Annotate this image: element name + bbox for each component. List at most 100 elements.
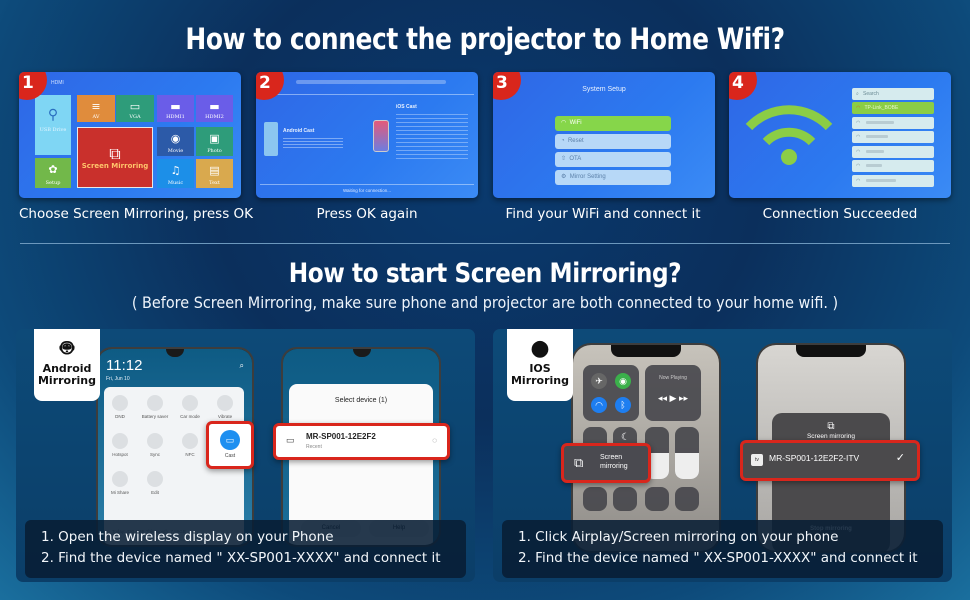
- tile-usb: ⚲ USB Drive: [35, 95, 71, 155]
- sync-label: Sync: [149, 452, 160, 457]
- menu-item-ota[interactable]: ⇧ OTA: [555, 152, 671, 167]
- wifi-lock-icon: ◠: [856, 134, 861, 140]
- menu-item-reset[interactable]: ◔ Reset: [555, 134, 671, 149]
- android-instructions: 1. Open the wireless display on your Pho…: [25, 520, 466, 578]
- car-mode-label: Car mode: [180, 414, 200, 419]
- tile-music: ♫ Music: [157, 159, 194, 188]
- android-phone-image: [264, 122, 278, 156]
- nfc-toggle[interactable]: [182, 433, 198, 449]
- instruction-line: 1. Click Airplay/Screen mirroring on you…: [518, 529, 839, 545]
- cast-label: Cast: [224, 453, 236, 459]
- tile-screen-mirroring[interactable]: ⧉ Screen Mirroring: [77, 127, 153, 188]
- ios-instructions: 1. Click Airplay/Screen mirroring on you…: [502, 520, 943, 578]
- screen-mirroring-highlight[interactable]: ⧉ Screen mirroring: [561, 443, 651, 483]
- wifi-lock-icon: ◠: [856, 149, 861, 155]
- notch: [611, 345, 681, 357]
- android-panel: 11:12 Fri, Jun 10 ⌕ DND Battery saver Ca…: [16, 329, 475, 582]
- tile-setup: ✿ Setup: [35, 158, 71, 188]
- document-icon: ▤: [209, 164, 220, 177]
- status-bar: [296, 80, 446, 84]
- mi-share-toggle[interactable]: [112, 471, 128, 487]
- vibrate-toggle[interactable]: [217, 395, 233, 411]
- wifi-network-item[interactable]: ◠ TP-Link_BOBE: [852, 102, 934, 114]
- calculator-icon[interactable]: [645, 487, 669, 511]
- cast-waiting-screen: Android Cast iOS Cast Waiting for connec…: [256, 72, 478, 198]
- screen-mirroring-icon: ⧉: [109, 144, 121, 163]
- device-highlight[interactable]: ▭ MR-SP001-12E2F2 Recent ◌: [273, 423, 450, 460]
- wifi-network-item[interactable]: ◠: [852, 146, 934, 158]
- airplane-icon[interactable]: ✈: [591, 373, 607, 389]
- menu-item-mirror-setting[interactable]: ⚙ Mirror Setting: [555, 170, 671, 185]
- android-instructions: [283, 138, 343, 148]
- vibrate-label: Vibrate: [217, 414, 233, 419]
- step-2-caption: Press OK again: [316, 206, 418, 222]
- ios-panel: ✈ ◉ ◠ ᛒ Now Playing ◂◂ ▶ ▸▸ ☾ ⧉ Screen m…: [493, 329, 952, 582]
- step-4-caption: Connection Succeeded: [762, 206, 918, 222]
- wifi-lock-icon: ◠: [856, 120, 861, 126]
- flashlight-icon[interactable]: [583, 487, 607, 511]
- tile-movie: ◉ Movie: [157, 127, 194, 156]
- wifi-search[interactable]: ⌕ Search: [852, 88, 934, 100]
- ios-cast-label: iOS Cast: [396, 104, 417, 110]
- volume-slider[interactable]: [675, 427, 699, 479]
- wifi-icon: ◠: [856, 105, 861, 111]
- sheet-title: Screen mirroring: [806, 433, 856, 440]
- screen-mirroring-label-2: mirroring: [600, 463, 628, 470]
- mi-share-label: Mi Share: [110, 490, 129, 495]
- cast-icon: ▭: [220, 430, 240, 450]
- timer-icon[interactable]: [613, 487, 637, 511]
- device-name: MR-SP001-12E2F2: [306, 432, 376, 441]
- device-highlight[interactable]: tv MR-SP001-12E2F2-ITV ✓: [740, 440, 920, 481]
- projector-home-screen: HDMI ⚲ USB Drive ≡ AV ▭ VGA ▬ HDMI1 ▬ HDMI2 ⧉…: [19, 72, 241, 198]
- wifi-icon[interactable]: ◠: [591, 397, 607, 413]
- sync-toggle[interactable]: [147, 433, 163, 449]
- play-icon[interactable]: ◂◂ ▶ ▸▸: [645, 393, 701, 404]
- apple-icon: ●: [530, 336, 550, 361]
- av-icon: ≡: [91, 100, 101, 113]
- section-divider: [20, 243, 950, 244]
- divider: [260, 94, 474, 95]
- screen-mirroring-icon: ⧉: [827, 421, 835, 432]
- vga-icon: ▭: [129, 100, 141, 113]
- edit-toggle[interactable]: [147, 471, 163, 487]
- step-2-card: Android Cast iOS Cast Waiting for connec…: [256, 72, 478, 198]
- dnd-toggle[interactable]: [112, 395, 128, 411]
- wifi-connected-icon: [745, 105, 833, 165]
- car-mode-toggle[interactable]: [182, 395, 198, 411]
- camera-icon[interactable]: [675, 487, 699, 511]
- cellular-icon[interactable]: ◉: [615, 373, 631, 389]
- dialog-title: Select device (1): [334, 397, 388, 404]
- search-icon: ⌕: [856, 91, 859, 97]
- gear-icon: ✿: [48, 163, 58, 176]
- photo-icon: ▣: [209, 132, 220, 145]
- tile-hdmi2: ▬ HDMI2: [196, 95, 233, 122]
- bluetooth-icon[interactable]: ᛒ: [615, 397, 631, 413]
- upload-icon: ⇧: [561, 156, 567, 162]
- step-3-card: System Setup ◠ WiFi ◔ Reset ⇧ OTA ⚙ Mirr…: [493, 72, 715, 198]
- system-setup-title: System Setup: [582, 86, 626, 93]
- checkmark-icon: ✓: [895, 452, 905, 464]
- apple-tv-badge: tv: [751, 454, 763, 466]
- wifi-icon: ◠: [561, 120, 567, 126]
- waiting-text: Waiting for connection...: [342, 188, 392, 193]
- wifi-network-item[interactable]: ◠: [852, 117, 934, 129]
- date: Fri, Jun 10: [106, 376, 130, 382]
- hotspot-label: Hotspot: [112, 452, 128, 457]
- wifi-lock-icon: ◠: [856, 163, 861, 169]
- wifi-network-item[interactable]: ◠: [852, 131, 934, 143]
- hotspot-toggle[interactable]: [112, 433, 128, 449]
- connect-wifi-title: How to connect the projector to Home Wif…: [185, 22, 785, 56]
- tile-vga: ▭ VGA: [116, 95, 154, 122]
- tag-line-2: Mirroring: [37, 374, 97, 387]
- step-3-caption: Find your WiFi and connect it: [505, 206, 701, 222]
- cast-highlight[interactable]: ▭ Cast: [206, 421, 254, 469]
- wifi-lock-icon: ◠: [856, 178, 861, 184]
- menu-item-wifi[interactable]: ◠ WiFi: [555, 116, 671, 131]
- info-icon[interactable]: ◌: [432, 436, 437, 445]
- search-icon[interactable]: ⌕: [240, 361, 244, 371]
- wifi-network-item[interactable]: ◠: [852, 175, 934, 187]
- edit-label: Edit: [151, 490, 159, 495]
- device-sub: Recent: [306, 444, 322, 450]
- battery-saver-toggle[interactable]: [147, 395, 163, 411]
- wifi-network-item[interactable]: ◠: [852, 160, 934, 172]
